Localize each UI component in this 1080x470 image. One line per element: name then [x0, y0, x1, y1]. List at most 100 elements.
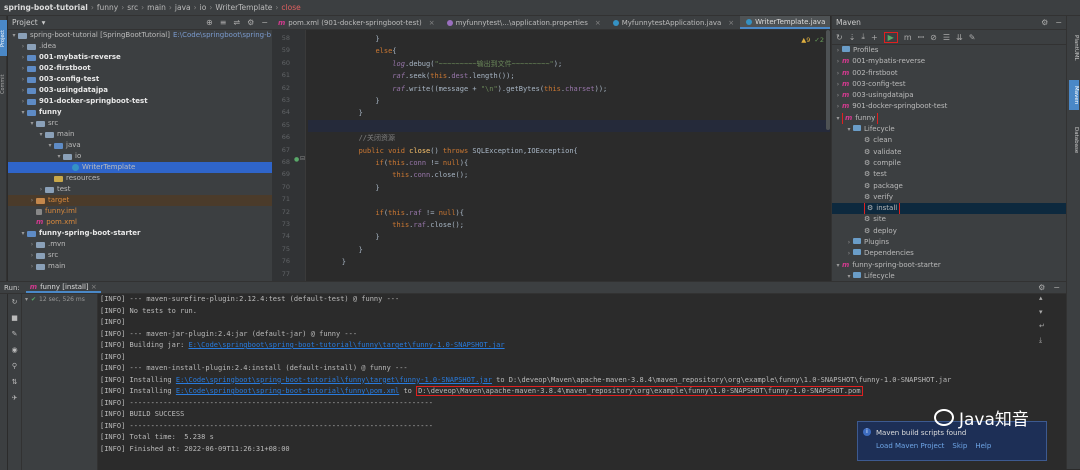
- chevron-down-icon[interactable]: ▾: [19, 107, 27, 118]
- download-icon[interactable]: ⤓: [861, 32, 865, 42]
- project-tree-item[interactable]: ▾ io: [8, 151, 272, 162]
- maven-tree-item[interactable]: ⚙ clean: [832, 135, 1066, 146]
- filter-icon[interactable]: ⚲: [12, 362, 17, 370]
- maven-tree-entry[interactable]: m 002-firstboot: [842, 68, 898, 79]
- breadcrumb-item[interactable]: close: [281, 3, 300, 12]
- inspection-widget[interactable]: ▲9 ✓2: [801, 36, 824, 44]
- minimize-icon[interactable]: −: [261, 18, 268, 27]
- project-tree-item[interactable]: ▾ main: [8, 129, 272, 140]
- maven-side-tab[interactable]: Maven: [1069, 80, 1079, 110]
- maven-tree-item[interactable]: › m 901-docker-springboot-test: [832, 101, 1066, 112]
- maven-tree-item[interactable]: ▾ m funny-spring-boot-starter: [832, 260, 1066, 271]
- maven-tree-item[interactable]: ⚙ compile: [832, 158, 1066, 169]
- add-icon[interactable]: +: [871, 33, 878, 42]
- chevron-right-icon[interactable]: ›: [28, 261, 36, 272]
- chevron-down-icon[interactable]: ▾: [834, 260, 842, 271]
- rerun-icon[interactable]: ↻: [12, 298, 18, 306]
- maven-tree-item[interactable]: › Profiles: [832, 45, 1066, 56]
- show-dependencies-icon[interactable]: ☰: [943, 33, 950, 42]
- chevron-right-icon[interactable]: ›: [834, 90, 842, 101]
- project-tree-item[interactable]: ▾ java: [8, 140, 272, 151]
- code-line[interactable]: }: [308, 244, 363, 256]
- chevron-right-icon[interactable]: ›: [834, 45, 842, 56]
- project-title[interactable]: Project: [12, 18, 38, 27]
- expand-icon[interactable]: ⇅: [12, 378, 18, 386]
- plantuml-side-tab[interactable]: PlantUML: [1069, 28, 1079, 68]
- commit-side-tab[interactable]: Commit: [0, 66, 7, 102]
- toggle-offline-icon[interactable]: ꟷ: [918, 32, 925, 43]
- minimize-icon[interactable]: −: [1053, 283, 1060, 292]
- maven-tree-entry[interactable]: ⚙ test: [864, 169, 887, 180]
- chevron-right-icon[interactable]: ›: [834, 101, 842, 112]
- maven-tree-entry[interactable]: m 003-config-test: [842, 79, 906, 90]
- project-tree-item[interactable]: WriterTemplate: [8, 162, 272, 173]
- skip-link[interactable]: Skip: [952, 442, 967, 450]
- chevron-right-icon[interactable]: ›: [845, 237, 853, 248]
- maven-tree-item[interactable]: ⚙ package: [832, 181, 1066, 192]
- chevron-right-icon[interactable]: ›: [19, 41, 27, 52]
- maven-tree-entry[interactable]: ⚙ install: [864, 203, 901, 215]
- close-icon[interactable]: ×: [429, 16, 435, 29]
- code-line[interactable]: }: [308, 231, 379, 243]
- fold-icon[interactable]: ⊟: [300, 155, 305, 162]
- breadcrumb-item[interactable]: io: [200, 3, 207, 12]
- breadcrumb-item[interactable]: src: [127, 3, 138, 12]
- code-line[interactable]: }: [308, 182, 379, 194]
- project-scrollbar[interactable]: [826, 30, 830, 130]
- project-tree-item[interactable]: › test: [8, 184, 272, 195]
- override-marker-icon[interactable]: ●: [294, 156, 299, 163]
- pin-icon[interactable]: ✈: [12, 394, 18, 402]
- maven-tree-item[interactable]: ⚙ verify: [832, 192, 1066, 203]
- project-tree-item[interactable]: ▾ funny: [8, 107, 272, 118]
- close-icon[interactable]: ×: [595, 16, 601, 29]
- chevron-right-icon[interactable]: ›: [834, 79, 842, 90]
- console-link[interactable]: E:\Code\springboot\spring-boot-tutorial\…: [176, 387, 399, 395]
- maven-tree-entry[interactable]: m 003-usingdatajpa: [842, 90, 914, 101]
- code-line[interactable]: else{: [308, 45, 396, 57]
- maven-tree-item[interactable]: › Plugins: [832, 237, 1066, 248]
- editor-tab[interactable]: m pom.xml (901-docker-springboot-test) ×: [272, 16, 441, 29]
- project-tree-item[interactable]: › .mvn: [8, 239, 272, 250]
- project-tree-item[interactable]: ▾ funny-spring-boot-starter: [8, 228, 272, 239]
- maven-tree-entry[interactable]: ⚙ clean: [864, 135, 892, 146]
- chevron-right-icon[interactable]: ›: [834, 68, 842, 79]
- chevron-right-icon[interactable]: ›: [37, 184, 45, 195]
- project-tree-item[interactable]: › 002-firstboot: [8, 63, 272, 74]
- chevron-right-icon[interactable]: ›: [19, 96, 27, 107]
- code-line[interactable]: log.debug("~~~~~~~~~输出到文件~~~~~~~~~");: [308, 58, 562, 70]
- code-line[interactable]: this.conn.close();: [308, 169, 468, 181]
- code-line[interactable]: [308, 119, 830, 132]
- code-line[interactable]: //关闭资源: [308, 132, 395, 144]
- locate-icon[interactable]: ⊕: [206, 18, 213, 27]
- breadcrumb-item[interactable]: WriterTemplate: [215, 3, 272, 12]
- code-line[interactable]: raf.write((message + "\n").getBytes(this…: [308, 83, 607, 95]
- gear-icon[interactable]: ⚙: [1038, 283, 1045, 292]
- stop-icon[interactable]: ■: [11, 314, 18, 322]
- project-tree-item[interactable]: ▾ spring-boot-tutorial [SpringBootTutoria…: [8, 30, 272, 41]
- skip-tests-icon[interactable]: ⊘: [930, 33, 937, 42]
- maven-tree-item[interactable]: ⚙ validate: [832, 147, 1066, 158]
- code-line[interactable]: }: [308, 256, 346, 268]
- code-line[interactable]: raf.seek(this.dest.length());: [308, 70, 514, 82]
- project-tree-item[interactable]: › main: [8, 261, 272, 272]
- maven-tree-item[interactable]: › m 002-firstboot: [832, 68, 1066, 79]
- chevron-down-icon[interactable]: ▾: [10, 30, 18, 41]
- project-tree-item[interactable]: resources: [8, 173, 272, 184]
- maven-tree-item[interactable]: ⚙ deploy: [832, 226, 1066, 237]
- maven-tree-entry[interactable]: ⚙ verify: [864, 192, 893, 203]
- chevron-right-icon[interactable]: ›: [19, 52, 27, 63]
- maven-tree-item[interactable]: ⚙ test: [832, 169, 1066, 180]
- project-tree-item[interactable]: › 003-usingdatajpa: [8, 85, 272, 96]
- maven-tree-entry[interactable]: Dependencies: [853, 248, 914, 259]
- chevron-down-icon[interactable]: ▾: [845, 124, 853, 135]
- maven-tree-item[interactable]: › m 001-mybatis-reverse: [832, 56, 1066, 67]
- maven-tree-entry[interactable]: ⚙ site: [864, 214, 886, 225]
- maven-tree-item[interactable]: › m 003-usingdatajpa: [832, 90, 1066, 101]
- chevron-down-icon[interactable]: ▾: [19, 228, 27, 239]
- maven-tree-item[interactable]: ⚙ install: [832, 203, 1066, 215]
- code-area[interactable]: } else{ log.debug("~~~~~~~~~输出到文件~~~~~~~…: [308, 30, 830, 281]
- generate-sources-icon[interactable]: ⇣: [849, 33, 856, 42]
- maven-tree-entry[interactable]: m 001-mybatis-reverse: [842, 56, 925, 67]
- maven-tree-entry[interactable]: ⚙ package: [864, 181, 903, 192]
- maven-tree-item[interactable]: ⚙ site: [832, 214, 1066, 225]
